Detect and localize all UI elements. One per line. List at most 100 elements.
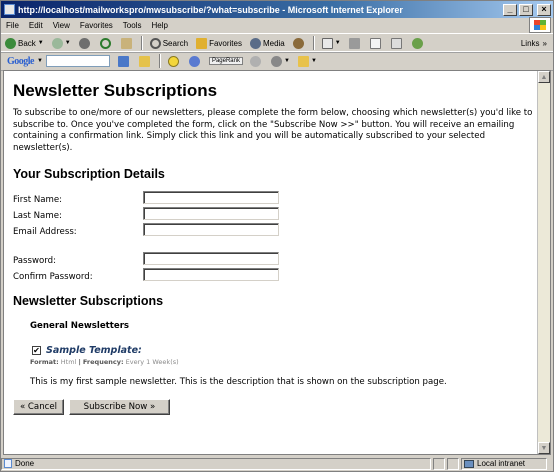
browser-window: http://localhost/mailworkspro/mwsubscrib… [0, 0, 554, 472]
maximize-button[interactable]: □ [519, 3, 533, 16]
vertical-scrollbar[interactable]: ▲ ▼ [537, 71, 550, 454]
favorites-label: Favorites [209, 38, 242, 48]
toolbar-separator [312, 36, 315, 50]
first-name-field[interactable] [143, 191, 279, 204]
back-icon [5, 37, 16, 49]
frequency-label: Frequency: [82, 358, 124, 366]
sample-template-checkbox[interactable]: ✔ [32, 346, 41, 355]
search-icon [149, 37, 161, 49]
format-value: Html [60, 358, 77, 366]
home-button[interactable] [117, 35, 138, 51]
history-icon [292, 37, 304, 49]
menu-help[interactable]: Help [146, 21, 172, 30]
search-label: Search [162, 38, 189, 48]
sample-template-label[interactable]: Sample Template: [46, 345, 142, 356]
google-logo[interactable]: Google [1, 56, 37, 67]
messenger-icon [411, 37, 423, 49]
newsletter-meta: Format: Html | Frequency: Every 1 Week(s… [30, 358, 179, 366]
password-field[interactable] [143, 252, 279, 265]
last-name-label: Last Name: [13, 211, 62, 221]
status-blank-cell [433, 457, 445, 470]
page-title: Newsletter Subscriptions [13, 81, 218, 100]
smiley-button[interactable] [164, 53, 185, 69]
newsletter-description: This is my first sample newsletter. This… [30, 377, 447, 387]
discuss-button[interactable] [387, 35, 408, 51]
password-label: Password: [13, 256, 57, 266]
zone-cell: Local intranet [461, 457, 547, 470]
email-field[interactable] [143, 223, 279, 236]
chevron-down-icon[interactable]: ▼ [37, 58, 43, 64]
mail-icon [321, 37, 333, 49]
toolbar-separator [140, 36, 143, 50]
cancel-button[interactable]: « Cancel [13, 399, 64, 415]
status-blank-cell [447, 457, 459, 470]
chevron-down-icon: ▼ [334, 40, 341, 46]
history-button[interactable] [289, 35, 310, 51]
stop-button[interactable] [75, 35, 96, 51]
subscribe-now-button[interactable]: Subscribe Now » [69, 399, 170, 415]
home-icon [120, 37, 132, 49]
done-page-icon [4, 459, 12, 468]
minimize-button[interactable]: _ [503, 3, 517, 16]
scroll-up-icon[interactable]: ▲ [538, 71, 550, 83]
messenger-button[interactable] [408, 35, 429, 51]
stop-icon [78, 37, 90, 49]
chevron-down-icon: ▼ [64, 40, 71, 46]
email-label: Email Address: [13, 227, 77, 237]
format-label: Format: [30, 358, 59, 366]
chevron-down-icon: ▼ [283, 58, 290, 64]
search-web-icon [117, 55, 129, 67]
back-button[interactable]: Back ▼ [1, 35, 48, 51]
confirm-password-label: Confirm Password: [13, 272, 93, 282]
menu-favorites[interactable]: Favorites [75, 21, 118, 30]
search-web-button[interactable] [114, 53, 135, 69]
windows-logo-icon [529, 17, 551, 33]
google-search-input[interactable] [45, 55, 110, 67]
standard-toolbar: Back ▼ ▼ Search Favorites Media ▼ Links … [1, 33, 553, 53]
menu-file[interactable]: File [1, 21, 24, 30]
scroll-down-icon[interactable]: ▼ [538, 442, 550, 454]
status-text: Done [15, 459, 35, 468]
info-button[interactable] [185, 53, 206, 69]
close-button[interactable]: × [537, 3, 551, 16]
meta-separator: | [78, 358, 81, 366]
newsletter-subscriptions-heading: Newsletter Subscriptions [13, 294, 164, 308]
print-button[interactable] [345, 35, 366, 51]
intranet-icon [464, 459, 474, 468]
pagerank-indicator[interactable]: PageRank [208, 57, 243, 65]
first-name-label: First Name: [13, 195, 63, 205]
subscription-details-heading: Your Subscription Details [13, 167, 165, 181]
media-button[interactable]: Media [246, 35, 289, 51]
refresh-icon [99, 37, 111, 49]
forward-icon [51, 37, 63, 49]
folder-icon [297, 55, 309, 67]
window-title: http://localhost/mailworkspro/mwsubscrib… [18, 4, 403, 15]
refresh-button[interactable] [96, 35, 117, 51]
menu-edit[interactable]: Edit [24, 21, 48, 30]
zone-label: Local intranet [477, 459, 526, 468]
options-button[interactable]: ▼ [267, 53, 294, 69]
links-label: Links [520, 38, 540, 48]
search-button[interactable]: Search [146, 35, 192, 51]
back-label: Back [18, 38, 36, 48]
title-bar[interactable]: http://localhost/mailworkspro/mwsubscrib… [1, 1, 553, 18]
page-viewport: Newsletter Subscriptions To subscribe to… [3, 70, 551, 455]
edit-button[interactable] [366, 35, 387, 51]
forward-button[interactable]: ▼ [48, 35, 75, 51]
discuss-icon [390, 37, 402, 49]
info-icon [188, 55, 200, 67]
chevron-down-icon: ▼ [37, 40, 44, 46]
search-site-button[interactable] [135, 53, 156, 69]
confirm-password-field[interactable] [143, 268, 279, 281]
menu-tools[interactable]: Tools [118, 21, 147, 30]
google-toolbar: Google ▼ PageRank ▼ ▼ [1, 51, 553, 71]
favorites-button[interactable]: Favorites [192, 35, 246, 51]
mail-button[interactable]: ▼ [318, 35, 345, 51]
menu-view[interactable]: View [48, 21, 75, 30]
options-icon [270, 55, 282, 67]
links-chevron-icon: » [542, 38, 547, 48]
links-button[interactable]: Links » [521, 39, 553, 48]
highlight-button[interactable] [246, 53, 267, 69]
folder-button[interactable]: ▼ [294, 53, 321, 69]
last-name-field[interactable] [143, 207, 279, 220]
